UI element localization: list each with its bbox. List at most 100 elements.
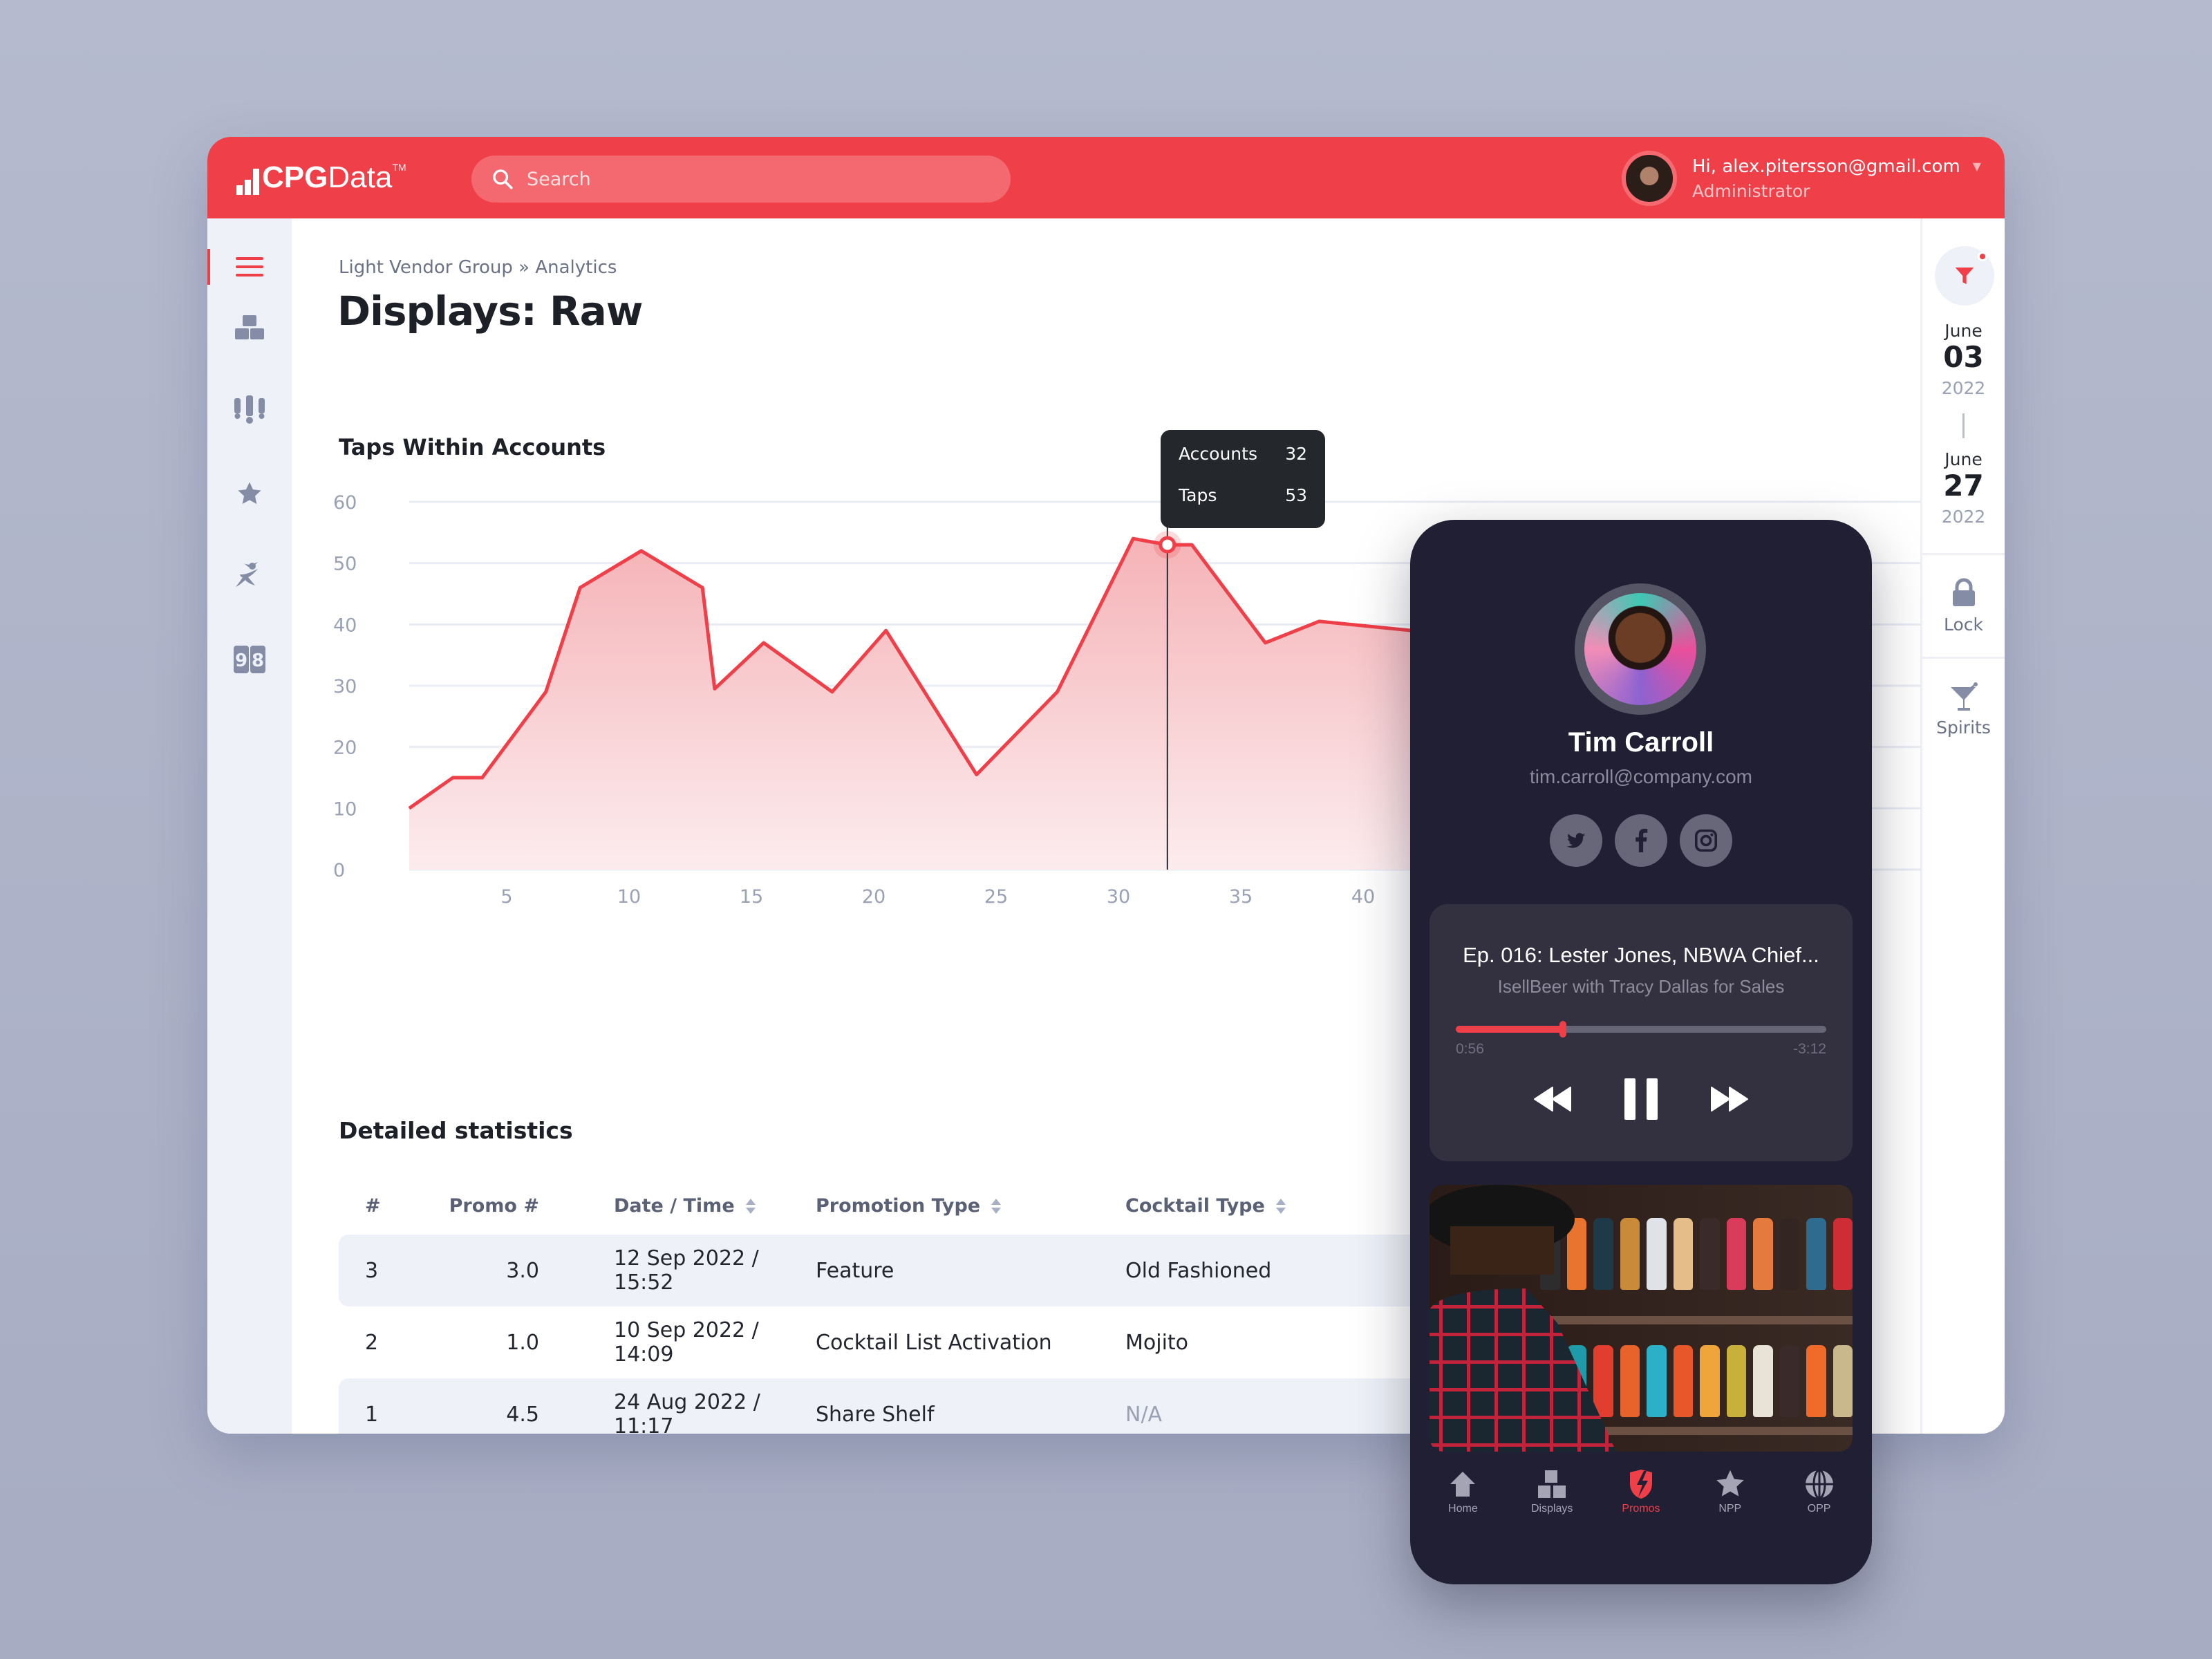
date-start-day: 03 [1943, 340, 1984, 374]
tab-npp[interactable]: NPP [1692, 1465, 1768, 1528]
sort-icon[interactable] [991, 1199, 1002, 1214]
filter-button[interactable] [1935, 246, 1994, 306]
displays-icon [1537, 1465, 1567, 1503]
podcast-player: Ep. 016: Lester Jones, NBWA Chief... Ise… [1430, 904, 1853, 1161]
lock-button[interactable]: Lock [1922, 553, 2005, 657]
y-tick-label: 60 [333, 492, 357, 514]
search-icon [493, 169, 513, 189]
promos-icon [1629, 1465, 1653, 1503]
star-icon [238, 482, 261, 505]
col-header-promotion-type-label: Promotion Type [816, 1194, 981, 1217]
taps-icon [234, 395, 265, 424]
spirits-button[interactable]: Spirits [1922, 657, 2005, 760]
col-header-cocktail-type-label: Cocktail Type [1125, 1194, 1265, 1217]
user-role: Administrator [1692, 180, 1810, 201]
tab-label: OPP [1807, 1503, 1831, 1515]
chart-title: Taps Within Accounts [339, 434, 606, 460]
tab-displays[interactable]: Displays [1514, 1465, 1590, 1528]
cell-promotion-type: Feature [816, 1258, 894, 1283]
cell-promotion-type: Share Shelf [816, 1402, 935, 1427]
tooltip-label-taps: Taps [1179, 485, 1217, 505]
opp-icon [1805, 1465, 1834, 1503]
tab-label: NPP [1718, 1503, 1742, 1515]
sort-icon[interactable] [1275, 1199, 1286, 1214]
date-start-year: 2022 [1941, 378, 1986, 398]
bottom-tab-bar: Home Displays Promos NPP OPP [1410, 1465, 1872, 1528]
rewind-icon[interactable] [1533, 1086, 1572, 1112]
cell-cocktail-type: Old Fashioned [1125, 1258, 1272, 1283]
chart-tooltip: Accounts 32 Taps 53 [1161, 430, 1325, 528]
tab-label: Promos [1622, 1503, 1660, 1515]
left-sidebar: 98 [207, 218, 292, 1434]
profile-email[interactable]: tim.carroll@company.com [1410, 766, 1872, 788]
profile-avatar[interactable] [1575, 583, 1706, 715]
tab-opp[interactable]: OPP [1781, 1465, 1857, 1528]
date-start[interactable]: June 03 2022 [1922, 321, 2005, 398]
playback-controls [1430, 1078, 1853, 1120]
hamburger-menu-icon [236, 257, 263, 276]
tab-home[interactable]: Home [1425, 1465, 1501, 1528]
remaining-time: -3:12 [1793, 1041, 1826, 1057]
user-greeting: Hi, alex.pitersson@gmail.com [1692, 156, 1960, 177]
sidebar-item-displays[interactable] [207, 307, 292, 348]
twitter-button[interactable] [1550, 814, 1602, 867]
progress-handle[interactable] [1559, 1021, 1567, 1038]
y-tick-label: 10 [333, 798, 357, 820]
y-tick-label: 50 [333, 554, 357, 575]
col-header-index: # [365, 1194, 381, 1217]
person-silhouette [1430, 1185, 1616, 1452]
tab-promos[interactable]: Promos [1603, 1465, 1679, 1528]
promo-photo[interactable] [1430, 1185, 1853, 1452]
instagram-icon [1694, 829, 1718, 852]
date-end[interactable]: June 27 2022 [1922, 449, 2005, 527]
cell-datetime: 24 Aug 2022 / 11:17 [614, 1390, 760, 1434]
svg-text:8: 8 [252, 650, 264, 671]
x-tick-label: 20 [862, 886, 885, 908]
sidebar-item-menu[interactable] [207, 246, 292, 288]
notification-dot [1978, 252, 1987, 261]
instagram-button[interactable] [1680, 814, 1732, 867]
y-tick-label: 20 [333, 738, 357, 759]
elapsed-time: 0:56 [1456, 1041, 1484, 1057]
cell-cocktail-type: N/A [1125, 1402, 1163, 1427]
episode-subtitle: IsellBeer with Tracy Dallas for Sales [1497, 976, 1785, 997]
cell-promo: 4.5 [506, 1402, 539, 1427]
user-menu[interactable]: Hi, alex.pitersson@gmail.com ▼ Administra… [1622, 151, 1981, 206]
profile-name: Tim Carroll [1568, 727, 1714, 758]
search-input[interactable] [527, 168, 941, 190]
col-header-datetime-label: Date / Time [614, 1194, 735, 1217]
caret-down-icon[interactable]: ▼ [1973, 160, 1981, 173]
cell-promo: 3.0 [506, 1258, 539, 1283]
cocktail-icon [1950, 682, 1978, 711]
tab-label: Displays [1530, 1503, 1573, 1515]
boxes-icon [235, 315, 264, 339]
pause-icon[interactable] [1624, 1078, 1658, 1120]
top-bar: CPG Data TM Hi, alex.pitersson@gmail.com… [207, 137, 2005, 218]
date-end-month: June [1944, 449, 1983, 469]
tooltip-value-taps: 53 [1285, 485, 1307, 505]
facebook-button[interactable] [1615, 814, 1667, 867]
fast-forward-icon[interactable] [1710, 1086, 1749, 1112]
sort-icon[interactable] [745, 1199, 756, 1214]
breadcrumb[interactable]: Light Vendor Group » Analytics [339, 257, 617, 278]
x-tick-label: 40 [1351, 886, 1375, 908]
date-end-year: 2022 [1941, 507, 1986, 527]
col-header-promotion-type[interactable]: Promotion Type [816, 1195, 1125, 1217]
sidebar-item-activity[interactable] [207, 556, 292, 597]
sidebar-item-scores[interactable]: 98 [207, 639, 292, 680]
progress-slider[interactable] [1456, 1021, 1826, 1038]
lock-label: Lock [1943, 615, 1983, 635]
tab-label: Home [1448, 1503, 1478, 1515]
x-tick-label: 15 [740, 886, 763, 908]
x-tick-label: 30 [1107, 886, 1130, 908]
brand-logo[interactable]: CPG Data TM [236, 160, 406, 195]
cell-index: 3 [365, 1258, 379, 1283]
user-avatar[interactable] [1622, 151, 1677, 206]
cell-datetime: 10 Sep 2022 / 14:09 [614, 1318, 759, 1367]
search-box[interactable] [471, 156, 1011, 203]
col-header-datetime[interactable]: Date / Time [539, 1195, 816, 1217]
col-header-cocktail-type[interactable]: Cocktail Type [1125, 1195, 1402, 1217]
sidebar-item-favorites[interactable] [207, 473, 292, 514]
y-tick-label: 30 [333, 676, 357, 697]
sidebar-item-promos[interactable] [207, 390, 292, 431]
